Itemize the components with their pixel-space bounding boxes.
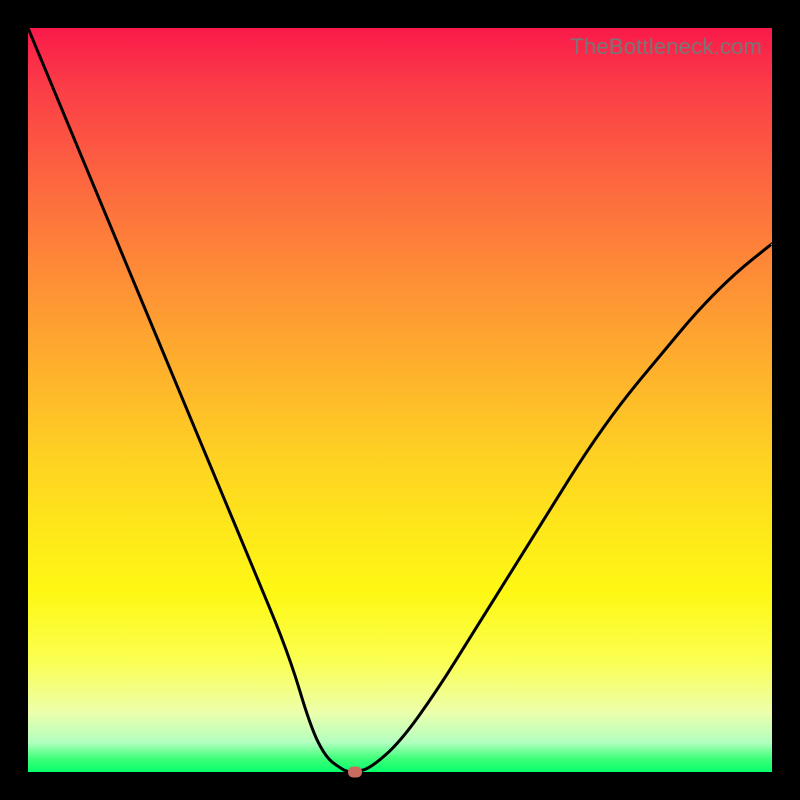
curve-path [28, 28, 772, 772]
optimal-point-marker [348, 767, 362, 778]
chart-frame: TheBottleneck.com [0, 0, 800, 800]
bottleneck-curve [28, 28, 772, 772]
plot-area: TheBottleneck.com [28, 28, 772, 772]
